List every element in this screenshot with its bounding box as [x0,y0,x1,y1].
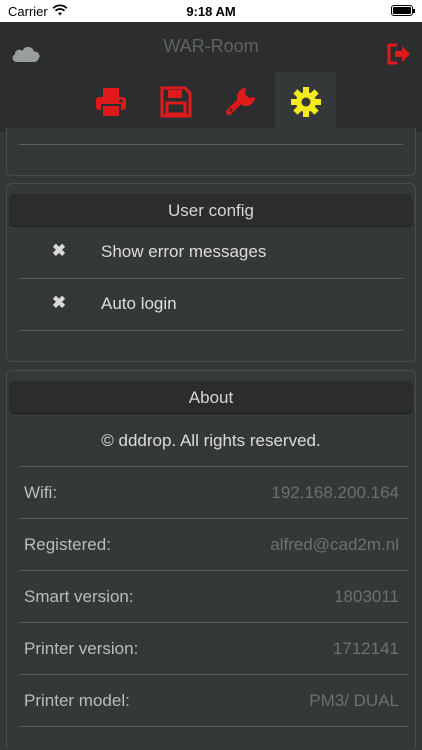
logout-icon[interactable] [386,42,412,66]
gear-icon [290,87,321,117]
info-key: Printer model: [24,691,130,710]
info-key: Wifi: [24,483,58,502]
printer-version-row: Printer version: 1712141 [19,623,409,675]
user-config-header: User config [9,194,413,227]
option-label: Auto login [101,294,177,313]
tab-settings[interactable] [275,72,336,132]
info-value: 1712141 [332,639,399,658]
unchecked-x-icon[interactable]: ✖ [51,242,67,259]
tab-tools[interactable] [210,72,271,132]
copyright-text: © dddrop. All rights reserved. [101,431,321,450]
divider [19,144,403,145]
option-label: Show error messages [101,242,267,261]
wrench-icon [225,88,255,115]
status-bar: Carrier 9:18 AM [0,0,422,22]
tab-bar [80,72,342,132]
user-config-panel: User config ✖ Show error messages ✖ Auto… [6,183,416,362]
battery-icon [391,5,415,16]
page-title: WAR-Room [163,36,259,56]
registered-row: Registered: alfred@cad2m.nl [19,519,409,571]
info-key: Smart version: [24,587,134,606]
about-panel: About © dddrop. All rights reserved. Wif… [6,370,416,750]
info-key: Printer version: [24,639,139,658]
printer-model-row: Printer model: PM3/ DUAL [19,675,409,727]
info-key: Registered: [24,535,111,554]
about-header: About [9,381,413,414]
smart-version-row: Smart version: 1803011 [19,571,409,623]
info-value: 192.168.200.164 [271,483,399,502]
unchecked-x-icon[interactable]: ✖ [51,294,67,311]
wifi-row: Wifi: 192.168.200.164 [19,467,409,519]
show-error-messages-option[interactable]: ✖ Show error messages [19,227,403,279]
floppy-disk-icon [160,86,191,118]
tab-print[interactable] [80,72,141,132]
info-value: PM3/ DUAL [309,691,399,710]
info-value: alfred@cad2m.nl [270,535,399,554]
previous-section-panel [6,128,416,176]
app-header: WAR-Room [0,22,422,132]
info-value: 1803011 [334,587,399,606]
printer-icon [95,88,126,118]
clock: 9:18 AM [186,4,236,19]
auto-login-option[interactable]: ✖ Auto login [19,279,403,331]
tab-save[interactable] [145,72,206,132]
